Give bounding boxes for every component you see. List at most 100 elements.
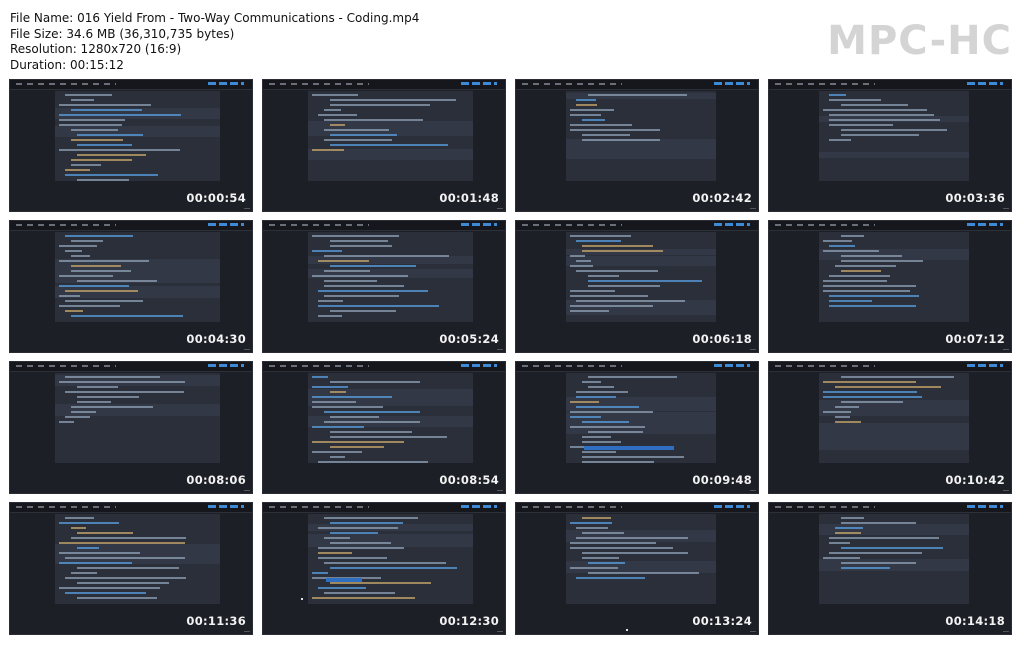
code-line: [829, 124, 893, 126]
video-thumbnail: 00:08:06: [9, 361, 253, 494]
code-line: [829, 114, 934, 116]
code-line: [823, 285, 916, 287]
thumbnail-timestamp: 00:10:42: [945, 473, 1005, 487]
code-line: [330, 431, 412, 433]
code-line: [576, 260, 591, 262]
editor-tabs: [714, 505, 750, 508]
code-line: [71, 406, 153, 408]
code-line: [570, 401, 599, 403]
code-line: [312, 235, 399, 237]
code-line: [841, 104, 908, 106]
video-thumbnail: 00:01:48: [262, 79, 506, 212]
code-line: [582, 139, 660, 141]
code-line: [588, 431, 643, 433]
editor-menu-bar: [10, 362, 252, 372]
editor-menu-bar: [516, 221, 758, 231]
thumbnail-timestamp: 00:01:48: [439, 191, 499, 205]
code-line: [823, 411, 851, 413]
editor-tabs: [208, 364, 244, 367]
code-line: [582, 421, 629, 423]
thumbnail-timestamp: 00:07:12: [945, 332, 1005, 346]
menu-items: [269, 83, 369, 85]
code-line: [570, 290, 615, 292]
code-line: [582, 552, 688, 554]
code-line: [318, 557, 387, 559]
video-thumbnail: 00:07:12: [768, 220, 1012, 353]
thumbnail-timestamp: 00:05:24: [439, 332, 499, 346]
code-line: [835, 532, 861, 534]
menu-items: [775, 365, 875, 367]
code-block-highlight: [566, 300, 716, 315]
code-line: [71, 537, 186, 539]
code-line: [576, 391, 628, 393]
code-line: [324, 592, 395, 594]
code-line: [59, 542, 185, 544]
code-line: [841, 376, 954, 378]
code-line: [582, 381, 601, 383]
video-thumbnail: 00:05:24: [262, 220, 506, 353]
video-thumbnail: 00:08:54: [262, 361, 506, 494]
editor-tabs: [967, 505, 1003, 508]
editor-tabs: [461, 505, 497, 508]
code-line: [71, 159, 132, 161]
code-line: [318, 300, 343, 302]
code-line: [570, 295, 648, 297]
code-line: [324, 255, 449, 257]
code-line: [312, 396, 392, 398]
code-line: [823, 280, 887, 282]
code-line: [77, 386, 118, 388]
code-line: [841, 255, 902, 257]
code-line: [77, 280, 157, 282]
code-line: [588, 376, 677, 378]
code-line: [324, 109, 341, 111]
code-line: [330, 240, 388, 242]
status-mark: [750, 631, 756, 632]
thumbnail-timestamp: 00:13:24: [692, 614, 752, 628]
editor-tabs: [967, 223, 1003, 226]
code-line: [582, 461, 654, 463]
status-mark: [1003, 208, 1009, 209]
code-line: [588, 94, 687, 96]
code-line: [77, 134, 143, 136]
code-line: [330, 391, 346, 393]
menu-items: [269, 365, 369, 367]
menu-items: [16, 506, 116, 508]
status-mark: [1003, 490, 1009, 491]
code-line: [330, 99, 456, 101]
code-line: [576, 240, 621, 242]
editor-menu-bar: [516, 503, 758, 513]
editor-tabs: [208, 223, 244, 226]
code-editor-pane: [308, 514, 473, 604]
code-line: [318, 260, 369, 262]
code-line: [59, 522, 119, 524]
code-line: [582, 451, 616, 453]
code-line: [576, 300, 685, 302]
code-block-highlight: [308, 149, 473, 160]
code-line: [77, 179, 129, 181]
code-line: [330, 144, 448, 146]
code-line: [835, 421, 861, 423]
code-line: [318, 587, 366, 589]
code-line: [841, 129, 947, 131]
editor-menu-bar: [10, 221, 252, 231]
code-line: [829, 99, 881, 101]
thumbnail-timestamp: 00:08:06: [186, 473, 246, 487]
code-line: [71, 265, 121, 267]
code-editor-pane: [308, 232, 473, 322]
code-editor-pane: [55, 232, 220, 322]
file-info: File Name: 016 Yield From - Two-Way Comm…: [10, 11, 419, 73]
code-line: [330, 532, 378, 534]
code-line: [324, 285, 404, 287]
code-line: [823, 109, 927, 111]
code-line: [65, 290, 138, 292]
code-editor-pane: [566, 91, 716, 181]
code-line: [582, 245, 653, 247]
code-line: [588, 572, 699, 574]
editor-menu-bar: [769, 503, 1011, 513]
code-line: [582, 134, 630, 136]
file-name: File Name: 016 Yield From - Two-Way Comm…: [10, 11, 420, 25]
thumbnail-timestamp: 00:02:42: [692, 191, 752, 205]
code-line: [59, 245, 97, 247]
editor-menu-bar: [263, 362, 505, 372]
status-mark: [750, 349, 756, 350]
